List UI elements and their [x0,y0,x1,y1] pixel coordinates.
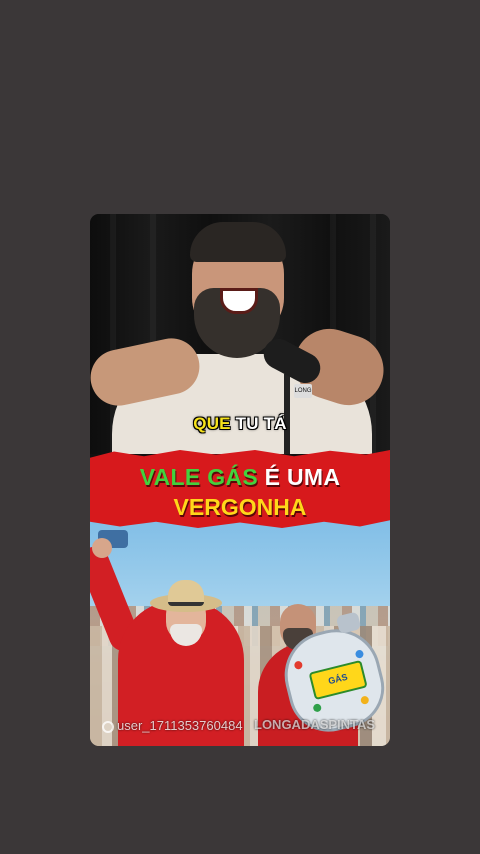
channel-watermark: LONGADASPINTAS [254,717,376,732]
banner-title-line1: VALE GÁS É UMA [90,464,390,491]
gas-cylinder-label: GÁS [308,659,368,701]
straw-hat-icon [168,580,204,606]
sticker-dot [293,660,304,671]
screen: LONG QUE TU TÁ GÁS VALE GÁS É UMA VERGON… [0,0,480,854]
banner-highlight: VALE GÁS [139,464,258,490]
watermark-user: user_1711353760484 [117,718,243,733]
banner-text: É UMA [257,464,341,490]
sticker-dot [354,649,365,659]
tiktok-watermark: user_1711353760484 [102,718,243,733]
caption-subtitle: QUE TU TÁ [90,414,390,434]
politician-hand [92,538,112,558]
title-banner: VALE GÁS É UMA VERGONHA [90,450,390,528]
podcast-scene: LONG QUE TU TÁ [90,214,390,454]
banner-title-line2: VERGONHA [173,494,307,520]
tiktok-logo-icon [102,721,114,733]
host-mouth [220,288,258,314]
caption-word: TU TÁ [235,414,287,433]
mic-logo: LONG [294,384,312,398]
sticker-dot [359,695,370,705]
video-player[interactable]: LONG QUE TU TÁ GÁS VALE GÁS É UMA VERGON… [90,214,390,746]
sticker-dot [312,703,323,713]
host-hair [190,222,286,262]
rally-scene: GÁS [90,514,390,746]
caption-word-highlight: QUE [193,414,231,433]
